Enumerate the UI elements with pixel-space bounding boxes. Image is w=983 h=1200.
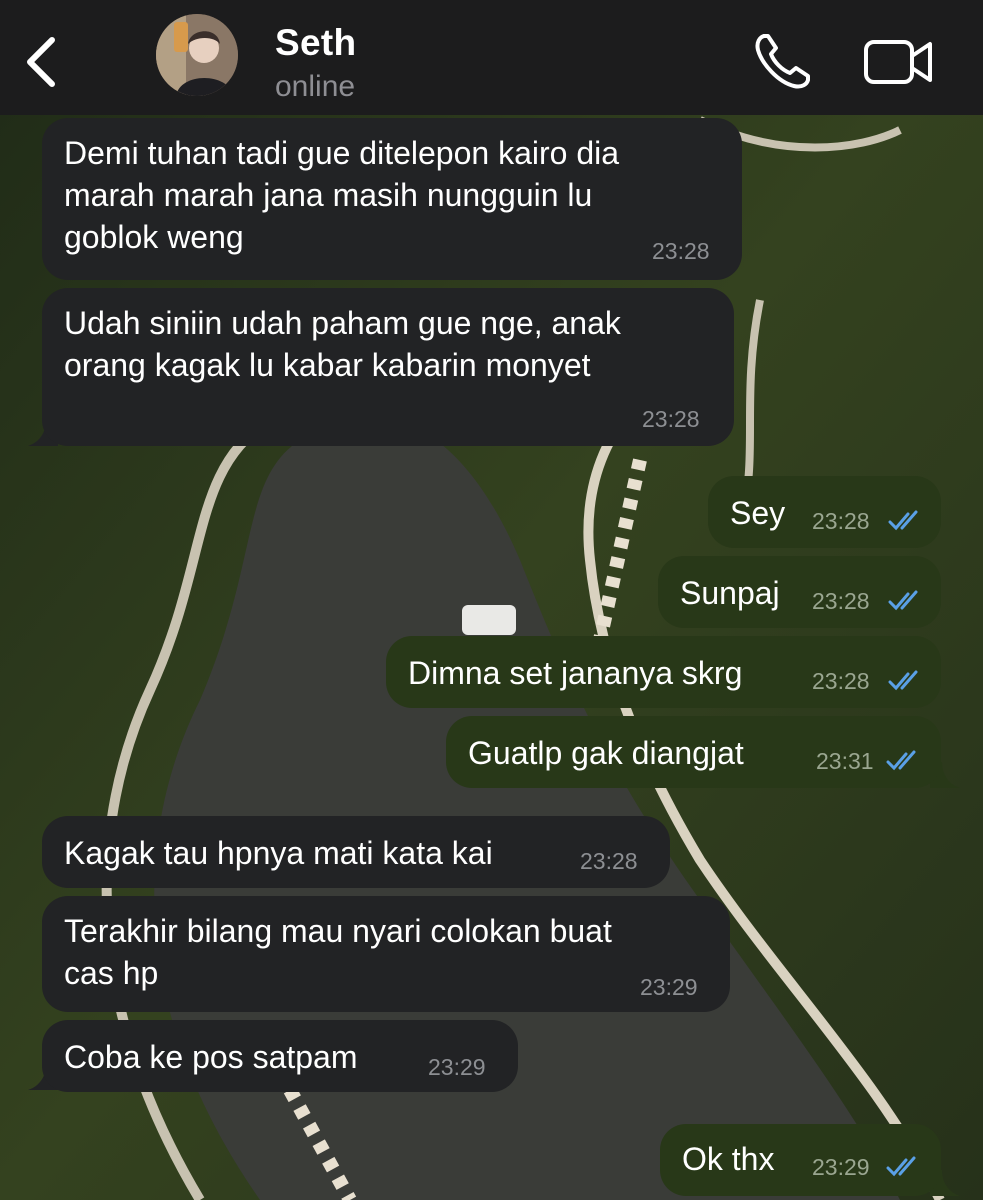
message-time: 23:29 — [812, 1154, 870, 1180]
message-text: Terakhir bilang mau nyari colokan buat c… — [64, 913, 612, 991]
read-ticks-icon — [888, 670, 918, 691]
message-bubble-outgoing[interactable]: Sunpaj 23:28 — [658, 556, 941, 628]
read-ticks-icon — [888, 590, 918, 611]
avatar[interactable] — [156, 14, 238, 96]
read-ticks-icon — [886, 750, 916, 771]
message-text: Sey — [730, 495, 786, 531]
message-time: 23:29 — [428, 1054, 486, 1080]
message-time: 23:28 — [652, 238, 710, 264]
chat-header: Seth online — [0, 0, 983, 115]
message-time: 23:28 — [580, 848, 638, 874]
message-time: 23:28 — [812, 588, 870, 614]
contact-status: online — [275, 70, 356, 103]
message-time: 23:28 — [812, 508, 870, 534]
message-bubble-incoming[interactable]: Kagak tau hpnya mati kata kai 23:28 — [42, 816, 670, 888]
message-text: Guatlp gak diangjat — [468, 735, 744, 771]
video-camera-icon[interactable] — [862, 36, 936, 88]
message-bubble-outgoing[interactable]: Sey 23:28 — [708, 476, 941, 548]
message-bubble-incoming[interactable]: Udah siniin udah paham gue nge, anak ora… — [42, 288, 734, 446]
message-text: Coba ke pos satpam — [64, 1039, 358, 1075]
message-bubble-outgoing[interactable]: Ok thx 23:29 — [660, 1124, 941, 1196]
message-text: Dimna set jananya skrg — [408, 655, 743, 691]
phone-icon[interactable] — [752, 30, 814, 92]
message-time: 23:28 — [642, 406, 700, 432]
message-bubble-incoming[interactable]: Terakhir bilang mau nyari colokan buat c… — [42, 896, 730, 1012]
message-text: Udah siniin udah paham gue nge, anak ora… — [64, 305, 621, 383]
message-text: Kagak tau hpnya mati kata kai — [64, 835, 493, 871]
message-bubble-outgoing[interactable]: Dimna set jananya skrg 23:28 — [386, 636, 941, 708]
message-time: 23:28 — [812, 668, 870, 694]
message-time: 23:31 — [816, 748, 874, 774]
read-ticks-icon — [888, 510, 918, 531]
message-bubble-incoming[interactable]: Coba ke pos satpam 23:29 — [42, 1020, 518, 1092]
message-text: Ok thx — [682, 1141, 775, 1177]
message-text: Sunpaj — [680, 575, 780, 611]
message-text: Demi tuhan tadi gue ditelepon kairo dia … — [64, 135, 620, 255]
chevron-left-icon[interactable] — [22, 34, 62, 90]
message-bubble-incoming[interactable]: Demi tuhan tadi gue ditelepon kairo dia … — [42, 118, 742, 280]
read-ticks-icon — [886, 1156, 916, 1177]
message-bubble-outgoing[interactable]: Guatlp gak diangjat 23:31 — [446, 716, 941, 788]
contact-name[interactable]: Seth — [275, 22, 356, 64]
message-time: 23:29 — [640, 974, 698, 1000]
